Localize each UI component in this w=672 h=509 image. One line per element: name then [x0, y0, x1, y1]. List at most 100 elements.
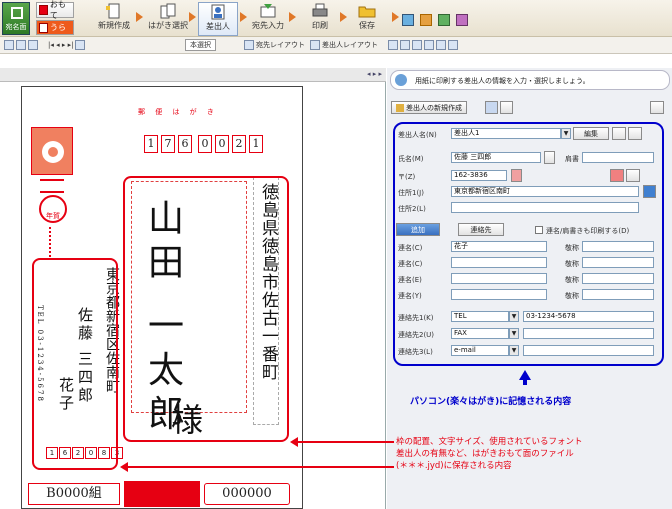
secondary-toolbar: |◂ ◂ ▸ ▸| 本選択 宛先レイアウト 差出人レイアウト — [0, 37, 672, 54]
card-header: 郵 便 は が き — [138, 108, 218, 116]
view-toggle-2[interactable] — [500, 101, 513, 114]
new-sender-button[interactable]: 差出人の新規作成 — [391, 101, 467, 114]
step-print[interactable]: 印刷 — [300, 2, 340, 36]
folder-icon — [358, 6, 376, 18]
stamp — [31, 127, 73, 175]
postal-digit-box: 7 — [161, 135, 175, 153]
step-sender[interactable]: 差出人 — [198, 2, 238, 36]
step-new[interactable]: 新規作成 — [94, 2, 134, 36]
red-annotation-1: 枠の配置、文字サイズ、使用されているフォント — [396, 437, 583, 447]
assistant-icon — [395, 74, 407, 86]
view-toggle-1[interactable] — [485, 101, 498, 114]
tool-icon-2[interactable] — [420, 14, 432, 26]
layout-sender-label: 差出人レイアウト — [322, 41, 378, 49]
ribbon-toolbar: 宛名面 おもて うら 新規作成 はがき選択 差出人 宛先入力 印刷 保存 — [0, 0, 672, 37]
tool-c-icon[interactable] — [412, 40, 422, 50]
tool-e-icon[interactable] — [436, 40, 446, 50]
postal-digit-box: 0 — [198, 135, 212, 153]
design-mode-button[interactable]: 宛名面 — [2, 2, 30, 35]
step-print-label: 印刷 — [312, 21, 328, 30]
flower-stamp-icon — [42, 141, 64, 163]
layout-icon — [310, 40, 320, 50]
hint-text: 用紙に印刷する差出人の情報を入力・選択しましょう。 — [415, 77, 590, 85]
nav-arrows[interactable]: |◂ ◂ ▸ ▸| — [48, 41, 73, 49]
step-card-select[interactable]: はがき選択 — [148, 2, 188, 36]
pane-nav-arrows[interactable]: ◂ ▸ ▸ — [367, 70, 382, 78]
hint-bar: 用紙に印刷する差出人の情報を入力・選択しましょう。 — [390, 70, 670, 90]
design-mode-label: 宛名面 — [5, 23, 27, 31]
tool-d-icon[interactable] — [424, 40, 434, 50]
layout-sender-button[interactable]: 差出人レイアウト — [310, 39, 378, 51]
stamp-lines — [40, 179, 64, 193]
panel-settings-button[interactable] — [650, 101, 664, 114]
postal-digit-box: 6 — [178, 135, 192, 153]
highlight-sender — [32, 258, 118, 470]
layout-recipient-button[interactable]: 宛先レイアウト — [244, 39, 305, 51]
step-arrow-icon — [392, 12, 399, 22]
step-arrow-icon — [289, 12, 296, 22]
tool-a-icon[interactable] — [388, 40, 398, 50]
tool-f-icon[interactable] — [448, 40, 458, 50]
step-arrow-icon — [240, 12, 247, 22]
red-arrowhead-2 — [120, 462, 128, 472]
extra-tools-group — [402, 14, 482, 30]
card-select-icon — [160, 3, 176, 19]
new-document-icon — [106, 3, 120, 19]
back-card-icon — [39, 22, 48, 33]
grid-toggle-icon[interactable] — [28, 40, 38, 50]
postal-digit-box: 2 — [232, 135, 246, 153]
up-arrow-shaft — [523, 379, 527, 385]
red-arrow-2 — [124, 466, 394, 468]
face-front-button[interactable]: おもて — [36, 0, 74, 20]
blue-annotation: パソコン(楽々はがき)に記憶される内容 — [410, 397, 572, 407]
postal-digit-box: 0 — [215, 135, 229, 153]
new-sender-label: 差出人の新規作成 — [406, 103, 462, 112]
tool-icon-3[interactable] — [438, 14, 450, 26]
tool-b-icon[interactable] — [400, 40, 410, 50]
grid-icon — [11, 7, 23, 19]
stamp-dots — [49, 227, 55, 257]
layout-icon — [244, 40, 254, 50]
front-card-icon — [39, 5, 48, 15]
lottery-center — [124, 481, 200, 507]
sender-person-icon — [211, 4, 225, 20]
face-front-label: おもて — [49, 0, 66, 20]
std-select-label: 本選択 — [190, 41, 211, 49]
preview-top-bar: ◂ ▸ ▸ — [0, 68, 386, 82]
layout-recipient-label: 宛先レイアウト — [256, 41, 305, 49]
postal-digit-box: 1 — [249, 135, 263, 153]
red-annotation-3: (＊＊＊.jyd)に保存される内容 — [396, 461, 512, 471]
lottery-left-label: B0000組 — [46, 486, 102, 501]
lottery-right-label: 000000 — [222, 486, 272, 501]
highlight-recipient — [123, 176, 289, 442]
highlight-pc-data — [393, 122, 664, 366]
step-card-select-label: はがき選択 — [148, 21, 188, 30]
postal-digit-box: 1 — [144, 135, 158, 153]
step-sender-label: 差出人 — [206, 22, 230, 31]
fit-icon[interactable] — [16, 40, 26, 50]
step-save[interactable]: 保存 — [347, 2, 387, 36]
red-arrow-1 — [294, 441, 394, 443]
face-back-label: うら — [50, 23, 66, 32]
step-address-input[interactable]: 宛先入力 — [248, 2, 288, 36]
toolbar-icons-left: |◂ ◂ ▸ ▸| — [4, 39, 86, 51]
std-select-button[interactable]: 本選択 — [185, 39, 216, 51]
red-arrowhead-1 — [290, 437, 298, 447]
toolbar-icons-right — [388, 39, 458, 51]
step-save-label: 保存 — [359, 21, 375, 30]
nenga-badge: 年賀 — [39, 195, 67, 223]
step-arrow-icon — [340, 12, 347, 22]
nenga-label: 年賀 — [46, 212, 60, 220]
lottery-right: 000000 — [204, 483, 290, 505]
page-icon[interactable] — [75, 40, 86, 50]
address-input-icon — [260, 4, 276, 18]
tool-icon-4[interactable] — [456, 14, 468, 26]
lottery-left: B0000組 — [28, 483, 120, 505]
postal-code-boxes: 1760021 — [144, 135, 263, 153]
step-arrow-icon — [189, 12, 196, 22]
zoom-icon[interactable] — [4, 40, 14, 50]
new-sender-icon — [396, 103, 404, 112]
face-back-button[interactable]: うら — [36, 20, 74, 35]
tool-icon-1[interactable] — [402, 14, 414, 26]
step-address-label: 宛先入力 — [252, 21, 284, 30]
